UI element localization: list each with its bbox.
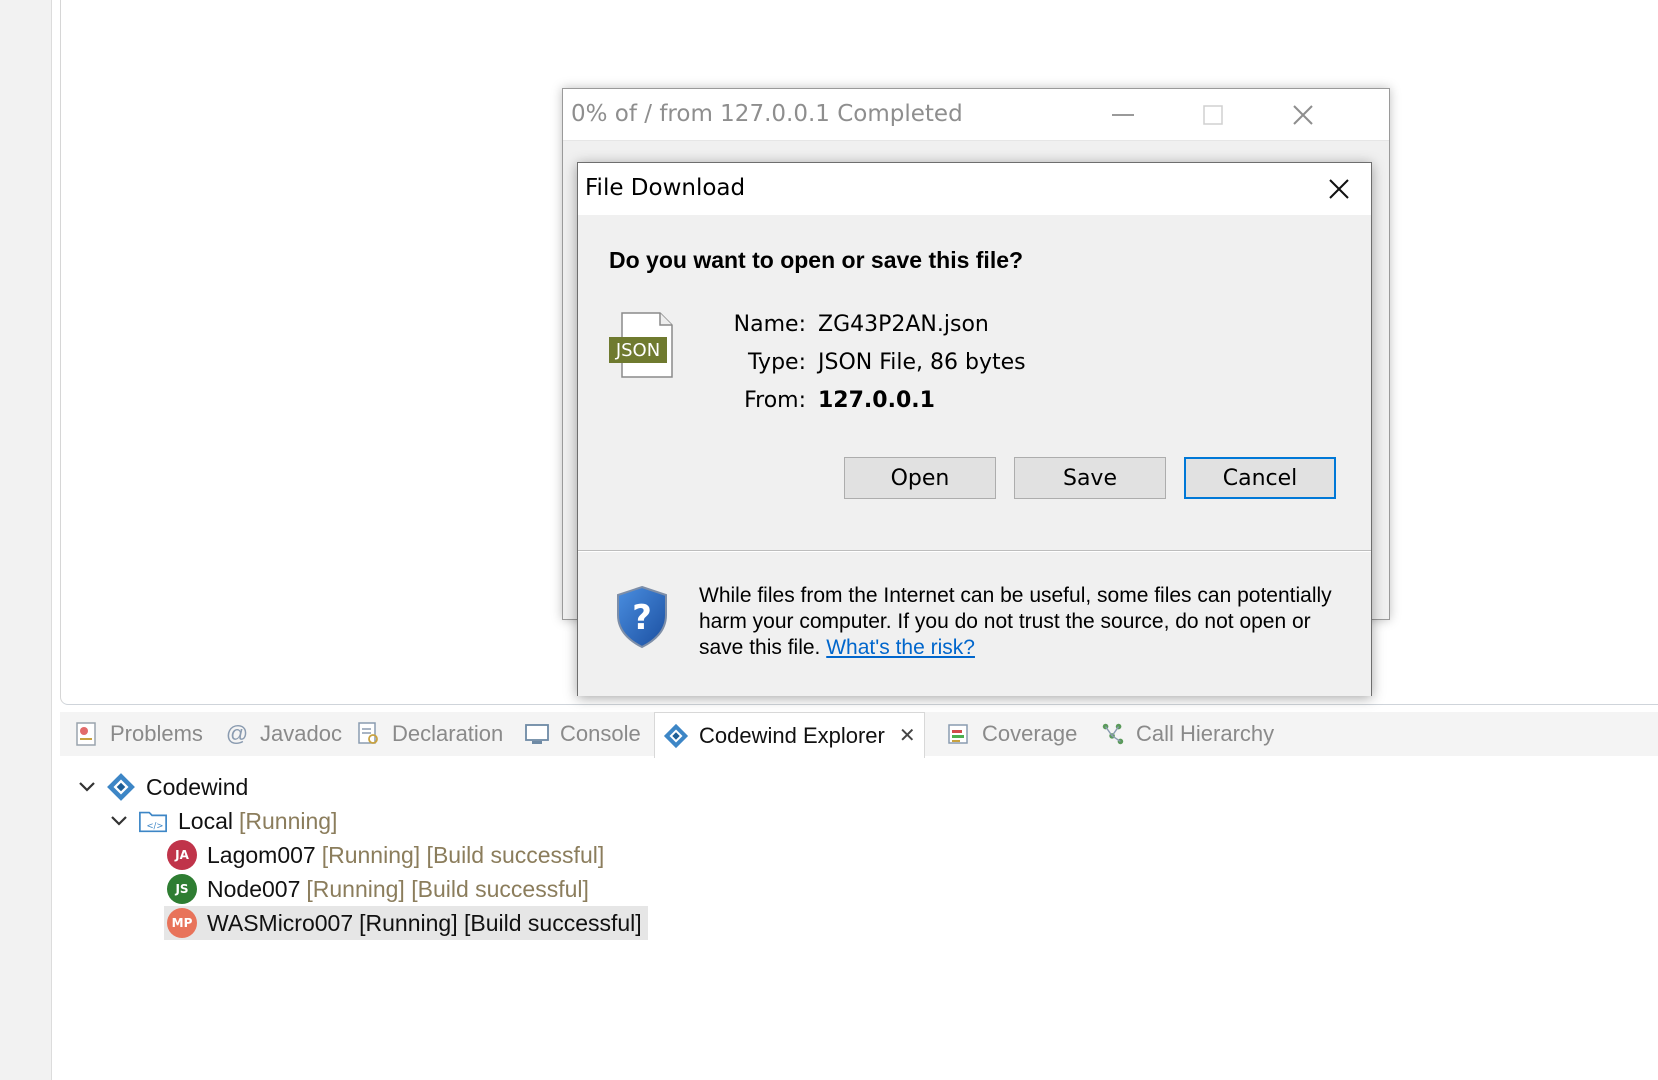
- codewind-icon: [106, 772, 136, 802]
- warning-text: While files from the Internet can be use…: [699, 584, 1332, 659]
- name-label: Name:: [733, 311, 806, 337]
- file-from-row: From: 127.0.0.1: [728, 381, 1026, 419]
- file-icon-label: JSON: [615, 339, 661, 361]
- project-status: [Running] [Build successful]: [321, 841, 605, 868]
- tree-item-project[interactable]: JA Lagom007 [Running] [Build successful]: [167, 838, 604, 872]
- tab-javadoc[interactable]: @ Javadoc: [216, 712, 350, 756]
- from-label: From:: [744, 387, 806, 413]
- chevron-down-icon[interactable]: [76, 776, 98, 798]
- type-label: Type:: [748, 349, 806, 375]
- close-icon[interactable]: [1283, 97, 1323, 133]
- json-file-icon: JSON: [608, 311, 676, 381]
- chevron-down-icon[interactable]: [108, 810, 130, 832]
- svg-text:</>: </>: [146, 821, 163, 831]
- javadoc-icon: @: [225, 721, 249, 746]
- project-name: WASMicro007: [207, 909, 354, 936]
- project-status: [Running] [Build successful]: [306, 875, 589, 902]
- file-type-row: Type: JSON File, 86 bytes: [728, 343, 1026, 381]
- svg-text:?: ?: [632, 598, 652, 638]
- screen: Problems @ Javadoc Declaration Console C…: [0, 0, 1658, 1080]
- progress-title-bar: 0% of / from 127.0.0.1 Completed: [563, 89, 1389, 141]
- project-name: Lagom007: [207, 841, 316, 868]
- tab-problems[interactable]: Problems: [66, 712, 211, 756]
- progress-title: 0% of / from 127.0.0.1 Completed: [571, 101, 963, 127]
- close-icon[interactable]: [1319, 171, 1359, 207]
- tree-item-codewind[interactable]: Codewind: [76, 770, 248, 804]
- ide-left-strip: [0, 0, 52, 1080]
- tab-label: Declaration: [392, 721, 504, 746]
- tab-declaration[interactable]: Declaration: [348, 712, 511, 756]
- microprofile-badge-icon: MP: [167, 908, 197, 938]
- tab-codewind-explorer[interactable]: Codewind Explorer ✕: [654, 712, 925, 758]
- open-button[interactable]: Open: [844, 457, 996, 499]
- maximize-icon[interactable]: [1193, 97, 1233, 133]
- file-info: Name: ZG43P2AN.json Type: JSON File, 86 …: [728, 305, 1026, 419]
- tab-label: Call Hierarchy: [1136, 721, 1275, 746]
- tree-item-status: [Running]: [238, 807, 338, 834]
- dialog-divider: [578, 550, 1371, 552]
- tree-item-label: Codewind: [146, 773, 249, 800]
- problems-icon: [74, 721, 100, 747]
- tree-item-project[interactable]: JS Node007 [Running] [Build successful]: [167, 872, 589, 906]
- save-button[interactable]: Save: [1014, 457, 1166, 499]
- bottom-views-panel: Problems @ Javadoc Declaration Console C…: [60, 712, 1658, 1080]
- file-from-value: 127.0.0.1: [818, 387, 935, 413]
- call-hierarchy-icon: [1100, 721, 1126, 747]
- tree-item-local[interactable]: </> Local [Running]: [108, 804, 337, 838]
- tab-console[interactable]: Console: [516, 712, 649, 756]
- project-status: [Running] [Build successful]: [359, 909, 642, 936]
- declaration-icon: [356, 721, 382, 747]
- dialog-question: Do you want to open or save this file?: [609, 247, 1024, 273]
- security-warning: ? While files from the Internet can be u…: [578, 553, 1371, 696]
- tab-label: Coverage: [982, 721, 1078, 746]
- file-download-dialog: File Download Do you want to open or sav…: [577, 162, 1372, 696]
- console-icon: [524, 721, 550, 747]
- close-tab-icon[interactable]: ✕: [899, 723, 916, 748]
- codewind-icon: [663, 723, 689, 749]
- dialog-title: File Download: [585, 175, 746, 201]
- cancel-button[interactable]: Cancel: [1184, 457, 1336, 499]
- project-name: Node007: [207, 875, 301, 902]
- minimize-icon[interactable]: [1103, 97, 1143, 133]
- java-lagom-badge-icon: JA: [167, 840, 197, 870]
- local-folder-icon: </>: [138, 806, 168, 836]
- dialog-title-bar: File Download: [578, 163, 1371, 215]
- file-name-row: Name: ZG43P2AN.json: [728, 305, 1026, 343]
- warning-message: While files from the Internet can be use…: [699, 583, 1349, 661]
- security-shield-icon: ?: [614, 585, 670, 649]
- view-tab-bar: Problems @ Javadoc Declaration Console C…: [60, 712, 1658, 758]
- tab-label: Javadoc: [260, 721, 342, 746]
- coverage-icon: [946, 721, 972, 747]
- tree-item-project-selected[interactable]: MP WASMicro007 [Running] [Build successf…: [164, 906, 648, 940]
- whats-the-risk-link[interactable]: What's the risk?: [826, 636, 975, 659]
- nodejs-badge-icon: JS: [167, 874, 197, 904]
- tab-label: Console: [560, 721, 641, 746]
- file-type-value: JSON File, 86 bytes: [818, 349, 1026, 375]
- tab-call-hierarchy[interactable]: Call Hierarchy: [1092, 712, 1282, 756]
- tab-label: Codewind Explorer: [699, 722, 885, 748]
- file-name-value: ZG43P2AN.json: [818, 311, 989, 337]
- codewind-explorer-tree: Codewind </> Local [Running] JA Lagom007…: [60, 756, 1658, 1080]
- tab-coverage[interactable]: Coverage: [938, 712, 1085, 756]
- tree-item-label: Local: [178, 807, 233, 834]
- tab-label: Problems: [110, 721, 203, 746]
